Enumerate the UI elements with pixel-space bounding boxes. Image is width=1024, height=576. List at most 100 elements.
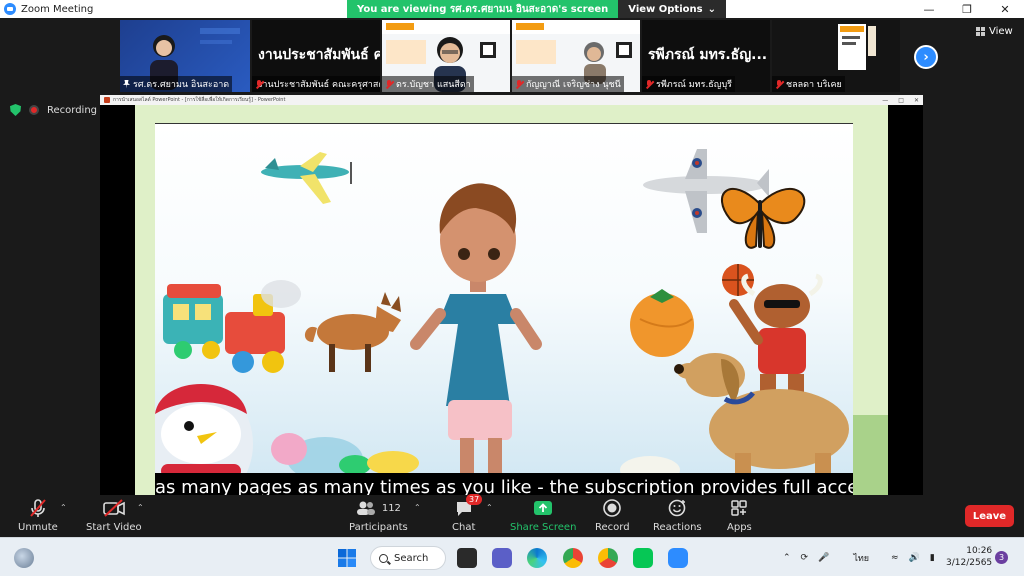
window-title: Zoom Meeting — [21, 3, 94, 15]
wifi-icon[interactable]: ≈ — [891, 553, 899, 563]
butterfly — [720, 187, 806, 249]
shield-icon[interactable] — [10, 104, 21, 116]
record-icon — [602, 498, 622, 518]
view-layout-button[interactable]: View — [976, 26, 1013, 37]
meeting-toolbar: Unmute ⌃ Start Video ⌃ 112 Participants … — [0, 494, 1024, 537]
share-screen-icon — [532, 498, 554, 518]
participants-caret[interactable]: ⌃ — [414, 503, 421, 512]
notification-badge[interactable]: 3 — [995, 551, 1008, 564]
battery-icon[interactable]: ▮ — [930, 553, 935, 563]
video-tile-kanyanee[interactable]: กัญญาณี เจริญช่าง นุชนี — [512, 20, 640, 92]
audio-options-caret[interactable]: ⌃ — [60, 503, 67, 512]
video-tile-bancha[interactable]: ดร.บัญชา แสนสีดา — [382, 20, 510, 92]
unmute-button[interactable]: Unmute — [18, 498, 58, 533]
video-tile-chollada[interactable]: ชลลดา บริเคย — [772, 20, 900, 92]
maximize-button[interactable]: ❐ — [948, 0, 986, 18]
window-controls: — ❐ ✕ — [910, 0, 1024, 18]
clock-date: 3/12/2565 — [946, 558, 993, 568]
task-view-icon[interactable] — [457, 548, 477, 568]
zoom-taskbar-icon[interactable] — [668, 548, 688, 568]
mic-muted-icon — [515, 79, 523, 89]
smiley-icon — [667, 498, 687, 518]
clock-time: 10:26 — [966, 546, 993, 556]
tile-name: ดร.บัญชา แสนสีดา — [382, 76, 474, 92]
powerpoint-titlebar: การนำเสนอสไลด์ PowerPoint - [การใช้สื่อเ… — [100, 95, 923, 105]
close-button[interactable]: ✕ — [986, 0, 1024, 18]
leave-button[interactable]: Leave — [965, 505, 1014, 527]
slide-green-accent — [853, 415, 888, 495]
powerpoint-title: การนำเสนอสไลด์ PowerPoint - [การใช้สื่อเ… — [113, 97, 286, 103]
video-tile-rapeepon[interactable]: รพีภรณ์ มทร.ธัญ... รพีภรณ์ มทร.ธัญบุรี — [642, 20, 770, 92]
minimize-button[interactable]: — — [910, 0, 948, 18]
windows-taskbar: Search ⌃ ⟳ 🎤 ไทย ≈ 🔊 ▮ 10:26 3/12/2565 3 — [0, 537, 1024, 576]
gallery-next-button[interactable]: › — [914, 45, 938, 69]
share-screen-button[interactable]: Share Screen — [510, 498, 576, 533]
pin-icon — [123, 79, 130, 89]
video-off-icon — [102, 498, 126, 518]
volume-icon[interactable]: 🔊 — [909, 553, 920, 563]
video-tile-pr[interactable]: งานประชาสัมพันธ์ ค... งานประชาสัมพันธ์ ค… — [252, 20, 380, 92]
chrome-profile-icon[interactable] — [598, 548, 618, 568]
chat-unread-badge: 37 — [466, 494, 483, 505]
tile-big-name: รพีภรณ์ มทร.ธัญ... — [648, 47, 768, 63]
video-options-caret[interactable]: ⌃ — [137, 503, 144, 512]
search-label: Search — [394, 552, 429, 564]
chevron-up-icon[interactable]: ⌃ — [783, 553, 791, 563]
grid-icon — [976, 27, 985, 36]
weather-icon[interactable] — [14, 548, 34, 568]
tile-name: งานประชาสัมพันธ์ คณะครุศาสตร์ — [252, 76, 380, 92]
tile-name: รพีภรณ์ มทร.ธัญบุรี — [642, 76, 736, 92]
mic-muted-icon — [775, 79, 783, 89]
toy-plane — [261, 152, 352, 204]
viewing-suffix: 's screen — [558, 3, 609, 15]
line-app-icon[interactable] — [633, 548, 653, 568]
tile-big-name: งานประชาสัมพันธ์ ค... — [258, 47, 380, 63]
tile-name: กัญญาณี เจริญช่าง นุชนี — [512, 76, 624, 92]
view-label: View — [989, 26, 1013, 37]
start-video-button[interactable]: Start Video — [86, 498, 142, 533]
record-dot-icon — [29, 105, 39, 115]
teams-icon[interactable] — [492, 548, 512, 568]
zoom-app-icon — [4, 3, 16, 15]
taskbar-clock[interactable]: 10:26 3/12/2565 — [946, 545, 992, 569]
share-banner: You are viewing รศ.ดร.ศยามน อินสะอาด's s… — [347, 0, 726, 18]
tile-name: รศ.ดร.ศยามน อินสะอาด — [120, 76, 233, 92]
taskbar-search[interactable]: Search — [370, 546, 446, 570]
windows-start-icon[interactable] — [337, 548, 357, 568]
fox — [304, 292, 401, 372]
shared-screen: การนำเสนอสไลด์ PowerPoint - [การใช้สื่อเ… — [100, 95, 923, 495]
orange-ball — [630, 289, 694, 357]
mic-muted-icon — [28, 498, 48, 518]
mic-muted-icon — [385, 79, 393, 89]
participants-icon — [356, 501, 375, 515]
language-indicator[interactable]: ไทย — [853, 551, 869, 565]
slide-frame: as many pages as many times as you like … — [135, 105, 888, 495]
mic-muted-icon — [645, 79, 653, 89]
participants-button[interactable]: 112 Participants — [349, 498, 408, 533]
video-tile-host[interactable]: รศ.ดร.ศยามน อินสะอาด — [120, 20, 250, 92]
reactions-button[interactable]: Reactions — [653, 498, 702, 533]
chat-caret[interactable]: ⌃ — [486, 503, 493, 512]
view-options-label: View Options — [628, 3, 703, 15]
slide-subtitle: as many pages as many times as you like … — [155, 473, 853, 495]
view-options-button[interactable]: View Options ⌄ — [618, 0, 726, 18]
record-button[interactable]: Record — [595, 498, 630, 533]
edge-icon[interactable] — [527, 548, 547, 568]
toy-train — [163, 280, 301, 373]
sync-icon[interactable]: ⟳ — [801, 553, 809, 563]
chevron-down-icon: ⌄ — [707, 3, 716, 15]
microphone-icon[interactable]: 🎤 — [818, 553, 829, 563]
boy-character — [410, 183, 542, 495]
search-icon — [379, 553, 388, 563]
chevron-right-icon: › — [923, 49, 929, 65]
viewing-name: รศ.ดร.ศยามน อินสะอาด — [449, 3, 559, 15]
apps-button[interactable]: Apps — [727, 498, 752, 533]
viewing-indicator: You are viewing รศ.ดร.ศยามน อินสะอาด's s… — [347, 0, 619, 18]
slide-canvas: as many pages as many times as you like … — [155, 123, 853, 495]
system-tray: ⌃ ⟳ 🎤 ไทย ≈ 🔊 ▮ — [783, 538, 935, 576]
apps-icon — [729, 498, 749, 518]
chrome-icon[interactable] — [563, 548, 583, 568]
tile-name: ชลลดา บริเคย — [772, 76, 845, 92]
viewing-prefix: You are viewing — [357, 3, 447, 15]
powerpoint-icon — [104, 97, 110, 103]
